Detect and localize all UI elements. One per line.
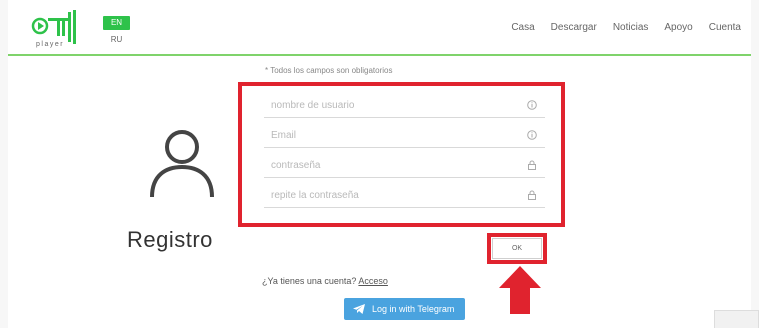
repeat-password-field[interactable]: repite la contraseña xyxy=(264,178,545,208)
telegram-login-label: Log in with Telegram xyxy=(372,304,455,314)
page-title: Registro xyxy=(127,227,213,252)
nav-apoyo[interactable]: Apoyo xyxy=(664,22,692,33)
account-prompt: ¿Ya tienes una cuenta? Acceso xyxy=(262,276,388,286)
site-header: player EN RU Casa Descargar Noticias Apo… xyxy=(8,0,751,56)
email-field[interactable]: Email xyxy=(264,118,545,148)
info-icon xyxy=(527,130,537,140)
ott-player-logo[interactable]: player xyxy=(30,8,86,50)
main-nav: Casa Descargar Noticias Apoyo Cuenta xyxy=(495,22,741,33)
required-fields-note: * Todos los campos son obligatorios xyxy=(265,66,393,75)
telegram-icon xyxy=(353,304,365,314)
login-link[interactable]: Acceso xyxy=(358,276,388,286)
ok-button[interactable]: OK xyxy=(492,238,542,259)
nav-casa[interactable]: Casa xyxy=(511,22,534,33)
repeat-password-placeholder: repite la contraseña xyxy=(271,190,359,201)
nav-descargar[interactable]: Descargar xyxy=(551,22,597,33)
email-placeholder: Email xyxy=(271,130,297,141)
info-icon xyxy=(527,100,537,110)
lock-icon xyxy=(528,190,536,200)
right-margin xyxy=(751,0,759,328)
language-en-button[interactable]: EN xyxy=(103,16,130,30)
user-avatar-icon xyxy=(146,127,218,199)
telegram-login-button[interactable]: Log in with Telegram xyxy=(344,298,465,320)
lock-icon xyxy=(528,160,536,170)
account-prompt-text: ¿Ya tienes una cuenta? xyxy=(262,276,357,286)
username-placeholder: nombre de usuario xyxy=(271,100,355,111)
red-arrow-up-icon xyxy=(499,266,541,314)
username-field[interactable]: nombre de usuario xyxy=(264,88,545,118)
password-field[interactable]: contraseña xyxy=(264,148,545,178)
left-margin xyxy=(0,0,8,328)
language-ru-button[interactable]: RU xyxy=(103,34,130,46)
password-placeholder: contraseña xyxy=(271,160,321,171)
recaptcha-badge[interactable] xyxy=(714,310,759,328)
nav-noticias[interactable]: Noticias xyxy=(613,22,649,33)
nav-cuenta[interactable]: Cuenta xyxy=(709,22,741,33)
logo-wordmark: player xyxy=(36,41,64,48)
